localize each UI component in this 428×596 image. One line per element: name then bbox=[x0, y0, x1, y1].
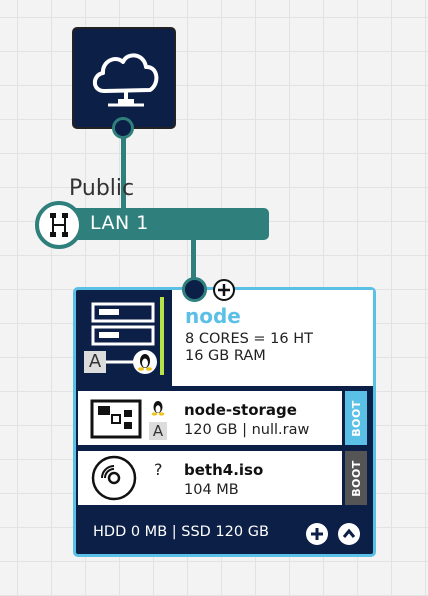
internet-node[interactable] bbox=[72, 27, 176, 129]
server-ram: 16 GB RAM bbox=[185, 348, 266, 364]
drive-badge: A bbox=[149, 422, 167, 440]
cdrom-icon bbox=[91, 455, 137, 501]
server-status-indicator bbox=[160, 297, 164, 375]
add-nic-button[interactable] bbox=[213, 279, 235, 301]
plus-icon bbox=[311, 528, 323, 540]
network-label: Public bbox=[69, 176, 135, 201]
internet-port[interactable] bbox=[112, 117, 134, 139]
linux-icon bbox=[151, 401, 165, 416]
unknown-os-icon: ? bbox=[154, 460, 163, 479]
server-connection-line bbox=[191, 238, 196, 282]
lan-bar[interactable] bbox=[56, 208, 269, 240]
storage-summary: HDD 0 MB | SSD 120 GB bbox=[93, 524, 269, 540]
server-nic-port[interactable] bbox=[182, 277, 207, 302]
cloud-network-icon bbox=[92, 53, 159, 107]
server-name[interactable]: node bbox=[185, 304, 241, 328]
network-hub-icon[interactable] bbox=[35, 201, 83, 249]
server-badge: A bbox=[84, 351, 106, 373]
linux-icon bbox=[133, 350, 157, 374]
hard-drive-icon bbox=[90, 399, 142, 439]
lan-label: LAN 1 bbox=[90, 212, 149, 234]
drive-meta: 120 GB | null.raw bbox=[184, 422, 310, 438]
server-cores: 8 CORES = 16 HT bbox=[185, 331, 314, 347]
boot-toggle[interactable]: BOOT bbox=[345, 451, 367, 505]
plus-icon bbox=[218, 284, 230, 296]
drive-name[interactable]: node-storage bbox=[184, 401, 297, 419]
drive-meta: 104 MB bbox=[184, 482, 239, 498]
add-storage-button[interactable] bbox=[306, 523, 328, 545]
chevron-up-icon bbox=[342, 528, 356, 538]
collapse-button[interactable] bbox=[338, 523, 360, 545]
drive-name[interactable]: beth4.iso bbox=[184, 461, 263, 479]
boot-toggle[interactable]: BOOT bbox=[345, 391, 367, 445]
